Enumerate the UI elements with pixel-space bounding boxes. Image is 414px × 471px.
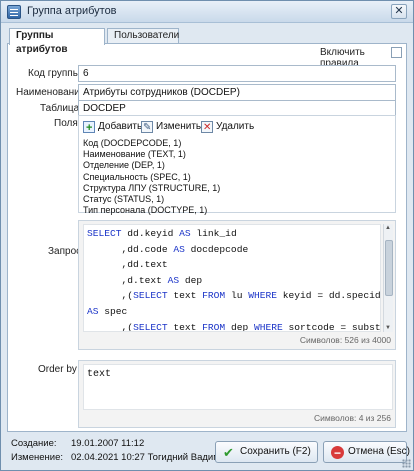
sql-text: lu (225, 290, 249, 302)
query-line: ,dd.code AS docdepcode (87, 242, 377, 258)
list-item[interactable]: Тип персонала (DOCTYPE, 1) (83, 205, 393, 216)
query-line: ,(SELECT text FROM lu WHERE keyid = dd.s… (87, 288, 380, 304)
list-item[interactable]: Наименование (TEXT, 1) (83, 149, 393, 160)
attribute-groups-panel: Включить правила Код группы 6 Наименован… (7, 43, 407, 432)
scroll-thumb[interactable] (385, 240, 393, 296)
fields-label: Поля (54, 118, 78, 129)
sql-text: ,( (87, 290, 134, 302)
sql-text: dep (179, 274, 203, 286)
query-line: ,d.text AS dep (87, 273, 377, 289)
modified-label: Изменение: (11, 452, 64, 463)
sql-text: dd.keyid (121, 228, 180, 239)
tab-attribute-groups[interactable]: Группы атрибутов (9, 28, 105, 55)
query-line: AS spec (87, 304, 377, 320)
sql-keyword: AS (167, 274, 180, 286)
sql-keyword: SELECT (133, 321, 168, 332)
orderby-char-counter: Символов: 4 из 256 (314, 413, 391, 423)
name-label: Наименование (16, 87, 86, 98)
sql-text: link_id (190, 228, 237, 239)
enable-rules-checkbox[interactable] (391, 47, 402, 58)
checkmark-icon (223, 443, 236, 463)
cancel-icon (331, 443, 344, 463)
group-code-label: Код группы (28, 68, 80, 79)
close-button[interactable]: ✕ (391, 4, 407, 19)
sql-keyword: FROM (202, 290, 226, 302)
form-icon (7, 5, 21, 19)
created-label: Создание: (11, 438, 57, 449)
list-item[interactable]: Отделение (DEP, 1) (83, 160, 393, 171)
list-item[interactable]: Код (DOCDEPCODE, 1) (83, 138, 393, 149)
resize-grip[interactable] (402, 459, 411, 468)
created-value: 19.01.2007 11:12 (71, 438, 145, 449)
attribute-group-dialog: Группа атрибутов ✕ Группы атрибутов Поль… (0, 0, 414, 471)
scroll-down-icon[interactable]: ▼ (385, 325, 391, 331)
edit-field-button[interactable]: Изменить (141, 119, 202, 136)
orderby-editor[interactable]: text (83, 364, 393, 410)
list-item[interactable]: Специальность (SPEC, 1) (83, 172, 393, 183)
fields-box: Добавить Изменить Удалить Код (DOCDEPCOD… (78, 115, 396, 216)
title-bar[interactable]: Группа атрибутов ✕ (1, 1, 413, 23)
delete-field-label: Удалить (216, 121, 255, 132)
edit-field-label: Изменить (156, 121, 202, 132)
sql-text: text (167, 290, 203, 302)
window-title: Группа атрибутов (27, 5, 117, 17)
group-code-field[interactable]: 6 (78, 65, 396, 82)
sql-keyword: AS (87, 305, 99, 317)
modified-value: 02.04.2021 10:27 Тогидний Вадим (71, 452, 220, 463)
list-item[interactable]: Статус (STATUS, 1) (83, 194, 393, 205)
add-field-label: Добавить (98, 121, 143, 132)
sql-text: spec (98, 305, 128, 317)
sql-text: keyid = dd.specid) (277, 290, 381, 302)
sql-keyword: AS (179, 228, 191, 239)
sql-text: ,dd.text (87, 259, 168, 271)
tab-users[interactable]: Пользователи (107, 28, 179, 44)
query-scrollbar[interactable]: ▲ ▼ (383, 224, 393, 332)
sql-text: text (167, 321, 203, 332)
add-icon (83, 120, 95, 136)
query-char-counter: Символов: 526 из 4000 (299, 335, 391, 345)
sql-text: dep (225, 321, 254, 332)
sql-keyword: AS (173, 243, 185, 255)
sql-keyword: FROM (202, 321, 226, 332)
orderby-box: text Символов: 4 из 256 (78, 360, 396, 428)
sql-text: docdepcode (184, 243, 249, 255)
delete-field-button[interactable]: Удалить (201, 119, 255, 136)
query-editor[interactable]: SELECT dd.keyid AS link_id ,dd.code AS d… (83, 224, 381, 332)
edit-icon (141, 120, 153, 136)
save-button[interactable]: Сохранить (F2) (215, 441, 318, 463)
save-button-label: Сохранить (F2) (240, 446, 311, 457)
query-line: SELECT dd.keyid AS link_id (87, 226, 377, 242)
orderby-label: Order by (38, 364, 77, 375)
sql-keyword: WHERE (253, 321, 283, 332)
field-list: Код (DOCDEPCODE, 1) Наименование (TEXT, … (83, 138, 393, 216)
cancel-button[interactable]: Отмена (Esc) (323, 441, 410, 463)
sql-text: ,( (87, 321, 134, 332)
sql-text: ,d.text (87, 274, 168, 286)
scroll-up-icon[interactable]: ▲ (385, 225, 391, 231)
sql-keyword: WHERE (248, 290, 278, 302)
cancel-button-label: Отмена (Esc) (348, 446, 410, 457)
sql-text: ,dd.code (87, 243, 174, 255)
sql-text: sortcode = substr (282, 321, 381, 332)
sql-keyword: SELECT (133, 290, 168, 302)
query-label: Запрос (48, 246, 82, 257)
table-label: Таблица (40, 103, 80, 114)
query-box: SELECT dd.keyid AS link_id ,dd.code AS d… (78, 220, 396, 350)
sql-keyword: SELECT (87, 228, 122, 239)
name-field[interactable]: Атрибуты сотрудников (DOCDEP) (78, 84, 396, 101)
add-field-button[interactable]: Добавить (83, 119, 143, 136)
query-line: ,(SELECT text FROM dep WHERE sortcode = … (87, 320, 380, 332)
query-line: ,dd.text (87, 257, 377, 273)
list-item[interactable]: Структура ЛПУ (STRUCTURE, 1) (83, 183, 393, 194)
delete-icon (201, 120, 213, 136)
